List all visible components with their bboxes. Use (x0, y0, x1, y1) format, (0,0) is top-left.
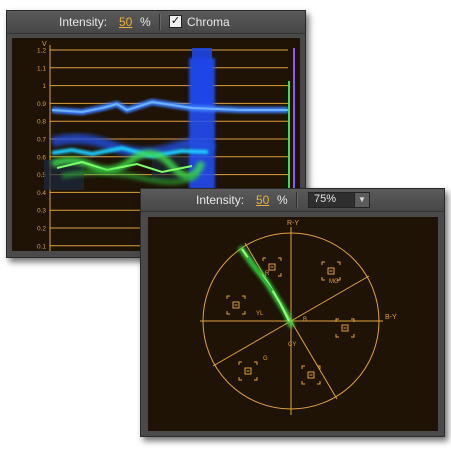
chevron-down-icon[interactable]: ▼ (354, 193, 369, 207)
r-y-axis-label: R-Y (287, 220, 299, 227)
chroma-checkbox[interactable]: ✓ (169, 15, 182, 28)
scale-label: 0.3 (37, 208, 46, 215)
scale-label: 0.1 (37, 243, 46, 250)
intensity-unit: % (140, 15, 151, 29)
chroma-label: Chroma (187, 15, 230, 29)
vectorscope-toolbar: Intensity: 50 % 75% ▼ (141, 189, 444, 212)
intensity-label: Intensity: (59, 15, 108, 29)
scale-label: 0.9 (37, 101, 46, 108)
zoom-dropdown[interactable]: 75% ▼ (308, 192, 370, 208)
vectorscope-display: R-Y B-Y R MG B CY G YL (148, 217, 438, 431)
target-box (301, 365, 321, 385)
zoom-value: 75% (314, 193, 337, 205)
target-box (238, 361, 258, 381)
target-box (226, 295, 246, 315)
scale-label: 0.2 (37, 226, 46, 233)
scale-label: 0.7 (37, 137, 46, 144)
target-box (335, 318, 355, 338)
scale-label: 1.1 (37, 65, 46, 72)
vectorscope-panel: Intensity: 50 % 75% ▼ R-Y B-Y R MG B CY … (140, 188, 445, 437)
vectorscope-graticule: R-Y B-Y R MG B CY G YL (200, 220, 397, 415)
scale-label: 1.2 (37, 48, 46, 55)
b-y-axis-label: B-Y (385, 314, 397, 321)
target-label-g: G (263, 356, 268, 362)
target-box (321, 261, 341, 281)
scale-label: 0.4 (37, 190, 46, 197)
target-label-b: B (303, 317, 307, 323)
toolbar-separator (296, 192, 298, 208)
scale-label: 1 (42, 83, 46, 90)
target-label-yl: YL (256, 311, 264, 317)
intensity-value[interactable]: 50 (119, 15, 132, 29)
scale-unit-label: V (42, 41, 47, 48)
vs-intensity-unit: % (277, 193, 288, 207)
vs-intensity-label: Intensity: (196, 193, 245, 207)
target-label-mg: MG (329, 279, 339, 285)
scale-label: 0.8 (37, 119, 46, 126)
target-label-cy: CY (288, 342, 296, 348)
toolbar-separator (159, 14, 161, 30)
vectorscope-trace (237, 245, 295, 329)
vs-intensity-value[interactable]: 50 (256, 193, 269, 207)
waveform-toolbar: Intensity: 50 % ✓ Chroma (7, 11, 305, 34)
